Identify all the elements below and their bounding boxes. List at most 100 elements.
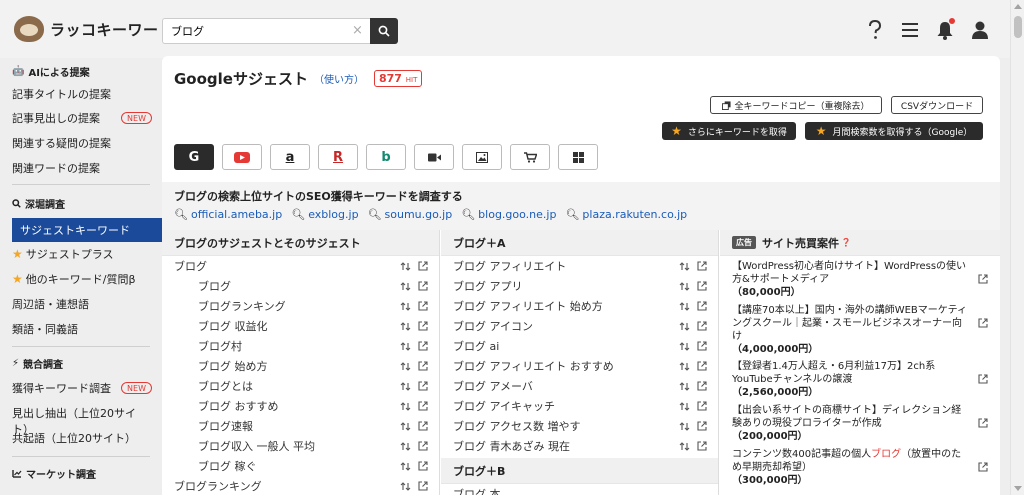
- suggest-row[interactable]: ブログ: [162, 256, 439, 276]
- suggest-row[interactable]: ブログ 青木あざみ 現在: [441, 436, 718, 456]
- external-link-icon[interactable]: [696, 360, 708, 372]
- source-youtube-button[interactable]: [222, 144, 262, 170]
- csv-download-button[interactable]: CSVダウンロード: [891, 96, 983, 114]
- suggest-row[interactable]: ブログ収入 一般人 平均: [162, 436, 439, 456]
- external-link-icon[interactable]: [696, 340, 708, 352]
- ad-item[interactable]: コンテンツ数400記事超の個人ブログ（放置中のため早期売却希望） （300,000…: [732, 448, 988, 487]
- search-button[interactable]: [370, 18, 398, 44]
- external-link-icon[interactable]: [417, 480, 429, 492]
- sidebar-item-associations[interactable]: 周辺語・連想語: [12, 296, 152, 312]
- expand-icon[interactable]: [399, 320, 411, 332]
- external-link-icon[interactable]: [417, 380, 429, 392]
- sidebar-item-title-suggest[interactable]: 記事タイトルの提案: [12, 86, 152, 102]
- suggest-row[interactable]: ブログランキング: [162, 296, 439, 316]
- expand-icon[interactable]: [678, 260, 690, 272]
- suggest-row[interactable]: ブログ アイコン: [441, 316, 718, 336]
- vertical-scrollbar[interactable]: [1010, 0, 1024, 495]
- external-link-icon[interactable]: [417, 260, 429, 272]
- expand-icon[interactable]: [678, 380, 690, 392]
- external-link-icon[interactable]: [696, 320, 708, 332]
- external-link-icon[interactable]: [417, 420, 429, 432]
- ad-item[interactable]: 【WordPress初心者向けサイト】WordPressの使い方&サポートメディ…: [732, 260, 988, 299]
- suggest-row[interactable]: ブログランキング: [162, 476, 439, 495]
- source-video-button[interactable]: [414, 144, 454, 170]
- expand-icon[interactable]: [678, 400, 690, 412]
- help-icon[interactable]: [864, 18, 886, 42]
- external-link-icon[interactable]: [417, 320, 429, 332]
- expand-icon[interactable]: [399, 480, 411, 492]
- external-link-icon[interactable]: [978, 418, 988, 432]
- expand-icon[interactable]: [399, 400, 411, 412]
- source-google-button[interactable]: G: [174, 144, 214, 170]
- suggest-row[interactable]: ブログ おすすめ: [162, 396, 439, 416]
- expand-icon[interactable]: [678, 360, 690, 372]
- sidebar-item-other-keywords[interactable]: ★ 他のキーワード/質問β: [12, 271, 152, 287]
- suggest-row[interactable]: ブログ アフィリエイト 始め方: [441, 296, 718, 316]
- seo-link[interactable]: 🔍︎ plaza.rakuten.co.jp: [565, 208, 687, 221]
- external-link-icon[interactable]: [417, 300, 429, 312]
- expand-icon[interactable]: [678, 320, 690, 332]
- source-amazon-button[interactable]: a: [270, 144, 310, 170]
- sidebar-item-question-suggest[interactable]: 関連する疑問の提案: [12, 135, 152, 151]
- expand-icon[interactable]: [678, 280, 690, 292]
- ad-item[interactable]: 【登録者1.4万人超え・6月利益17万】2ch系YouTubeチャンネルの譲渡（…: [732, 360, 988, 399]
- source-shopping-button[interactable]: [510, 144, 550, 170]
- expand-icon[interactable]: [399, 260, 411, 272]
- clear-icon[interactable]: ×: [352, 23, 363, 38]
- search-input[interactable]: [162, 18, 370, 44]
- external-link-icon[interactable]: [417, 460, 429, 472]
- external-link-icon[interactable]: [696, 400, 708, 412]
- external-link-icon[interactable]: [417, 360, 429, 372]
- suggest-row[interactable]: ブログ 稼ぐ: [162, 456, 439, 476]
- external-link-icon[interactable]: [696, 440, 708, 452]
- expand-icon[interactable]: [678, 300, 690, 312]
- suggest-row[interactable]: ブログ ai: [441, 336, 718, 356]
- external-link-icon[interactable]: [696, 260, 708, 272]
- suggest-row[interactable]: ブログ アフィリエイト おすすめ: [441, 356, 718, 376]
- external-link-icon[interactable]: [696, 300, 708, 312]
- seo-link[interactable]: 🔍︎ soumu.go.jp: [368, 208, 453, 221]
- external-link-icon[interactable]: [417, 440, 429, 452]
- expand-icon[interactable]: [678, 440, 690, 452]
- external-link-icon[interactable]: [696, 380, 708, 392]
- expand-icon[interactable]: [399, 340, 411, 352]
- sidebar-item-suggest-keyword[interactable]: サジェストキーワード: [12, 218, 162, 242]
- external-link-icon[interactable]: [696, 420, 708, 432]
- sidebar-item-acquired-keywords[interactable]: 獲得キーワード調査 NEW: [12, 380, 152, 396]
- bell-icon[interactable]: [934, 18, 956, 42]
- external-link-icon[interactable]: [417, 280, 429, 292]
- copy-all-button[interactable]: 全キーワードコピー（重複除去）: [710, 96, 882, 114]
- more-keywords-button[interactable]: ★ さらにキーワードを取得: [662, 122, 796, 140]
- expand-icon[interactable]: [399, 440, 411, 452]
- sidebar-item-synonyms[interactable]: 類語・同義語: [12, 321, 152, 337]
- seo-link[interactable]: 🔍︎ blog.goo.ne.jp: [461, 208, 556, 221]
- suggest-row[interactable]: ブログ アクセス数 増やす: [441, 416, 718, 436]
- external-link-icon[interactable]: [417, 340, 429, 352]
- expand-icon[interactable]: [678, 420, 690, 432]
- seo-link[interactable]: 🔍︎ exblog.jp: [291, 208, 358, 221]
- ad-item[interactable]: 【講座70本以上】国内・海外の講師WEBマーケティングスクール｜起業・スモールビ…: [732, 304, 988, 356]
- suggest-row[interactable]: ブログ速報: [162, 416, 439, 436]
- menu-icon[interactable]: [899, 18, 921, 42]
- suggest-row[interactable]: ブログ アプリ: [441, 276, 718, 296]
- suggest-row[interactable]: ブログ 本: [441, 484, 718, 495]
- usage-link[interactable]: （使い方）: [314, 71, 364, 86]
- suggest-row[interactable]: ブログ アフィリエイト: [441, 256, 718, 276]
- suggest-row[interactable]: ブログ アイキャッチ: [441, 396, 718, 416]
- source-apps-button[interactable]: [558, 144, 598, 170]
- suggest-row[interactable]: ブログ村: [162, 336, 439, 356]
- ad-item[interactable]: 【出会い系サイトの商標サイト】ディレクション経験ありの現役プロライターが作成 （2…: [732, 404, 988, 443]
- expand-icon[interactable]: [399, 300, 411, 312]
- expand-icon[interactable]: [399, 460, 411, 472]
- suggest-row[interactable]: ブログ アメーバ: [441, 376, 718, 396]
- scroll-thumb[interactable]: [1014, 16, 1022, 38]
- external-link-icon[interactable]: [978, 374, 988, 388]
- expand-icon[interactable]: [399, 280, 411, 292]
- suggest-row[interactable]: ブログとは: [162, 376, 439, 396]
- external-link-icon[interactable]: [978, 318, 988, 332]
- expand-icon[interactable]: [399, 360, 411, 372]
- expand-icon[interactable]: [399, 420, 411, 432]
- scroll-down-icon[interactable]: [1014, 486, 1022, 491]
- external-link-icon[interactable]: [978, 462, 988, 476]
- suggest-row[interactable]: ブログ: [162, 276, 439, 296]
